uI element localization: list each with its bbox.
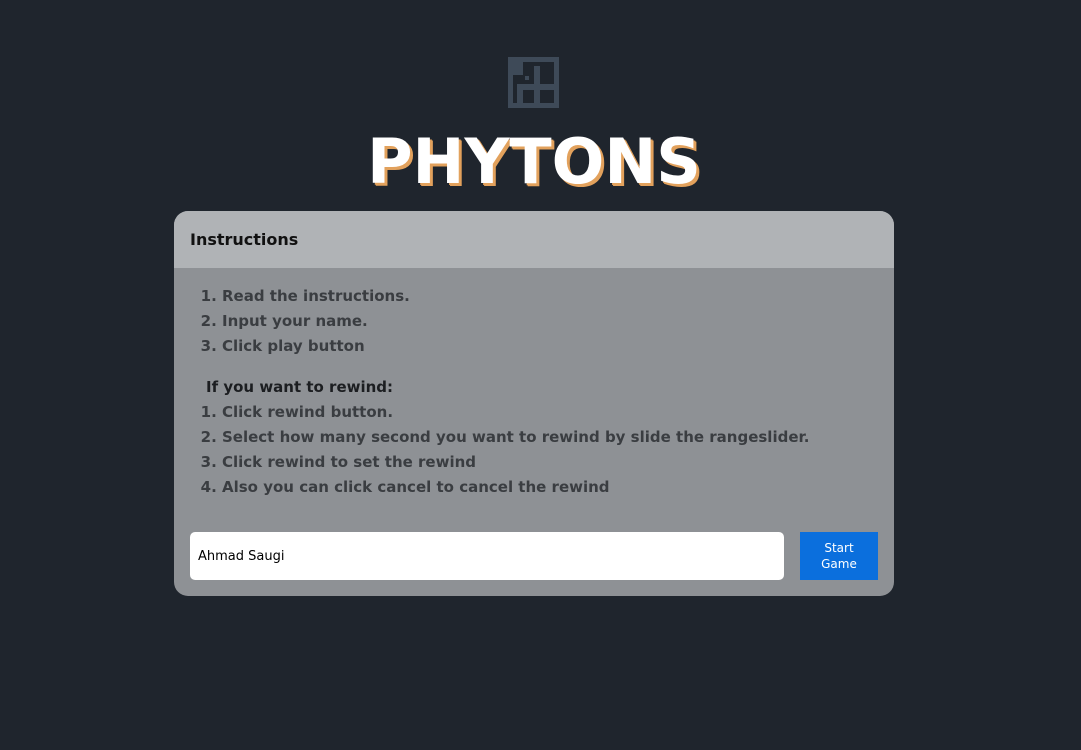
rewind-step: Select how many second you want to rewin…: [222, 425, 809, 450]
instruction-step: Click play button: [222, 334, 410, 359]
instructions-header: Instructions: [190, 230, 299, 249]
app-logo-icon: [508, 57, 559, 108]
rewind-step: Click rewind button.: [222, 400, 809, 425]
start-game-button[interactable]: Start Game: [800, 532, 878, 580]
rewind-heading: If you want to rewind:: [206, 378, 394, 396]
card-header: Instructions: [174, 211, 894, 268]
instruction-steps-list: Read the instructions. Input your name. …: [174, 284, 410, 359]
app-title: PHYTONS: [367, 125, 701, 198]
player-name-input[interactable]: [190, 532, 784, 580]
rewind-step: Click rewind to set the rewind: [222, 450, 809, 475]
rewind-step: Also you can click cancel to cancel the …: [222, 475, 809, 500]
instruction-step: Read the instructions.: [222, 284, 410, 309]
instruction-step: Input your name.: [222, 309, 410, 334]
rewind-steps-list: Click rewind button. Select how many sec…: [174, 400, 809, 500]
instructions-card: Instructions Read the instructions. Inpu…: [174, 211, 894, 596]
